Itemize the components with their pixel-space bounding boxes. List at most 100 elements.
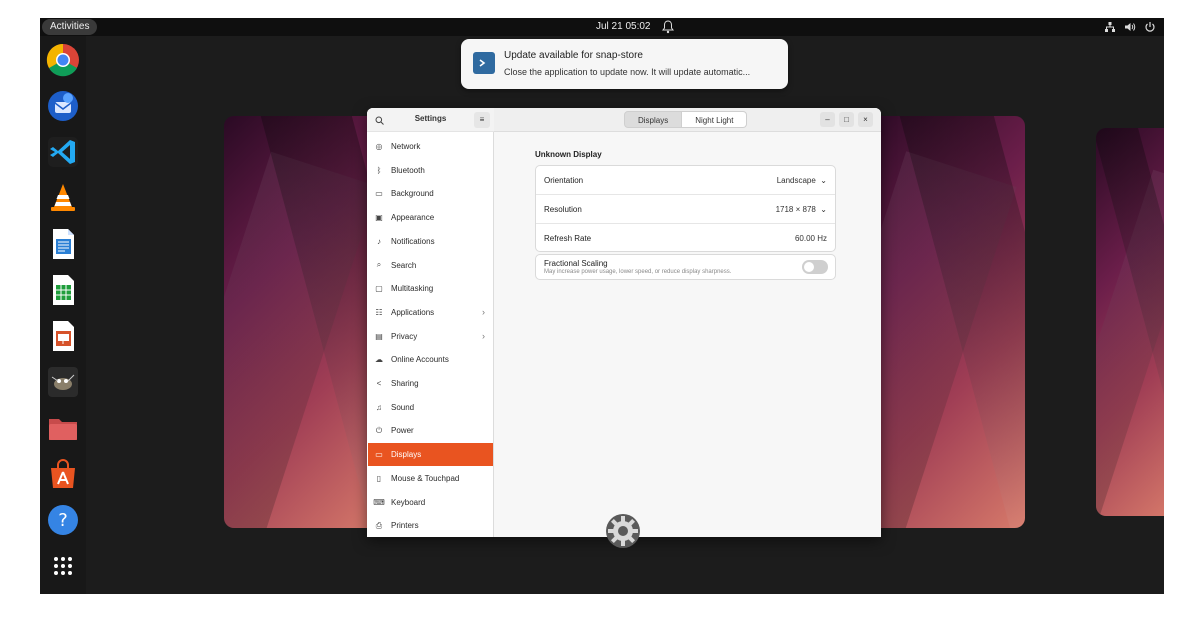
volume-icon[interactable] <box>1124 21 1136 33</box>
chevron-right-icon: › <box>482 307 485 318</box>
keyboard-icon: ⌨ <box>373 497 385 507</box>
sidebar-item-label: Bluetooth <box>391 165 425 175</box>
display-icon: ▭ <box>375 450 383 460</box>
sidebar-item-network[interactable]: ◎ Network <box>368 135 493 158</box>
tab-displays[interactable]: Displays <box>624 111 683 128</box>
fractional-scaling-toggle[interactable] <box>802 260 828 274</box>
svg-text:?: ? <box>58 510 68 531</box>
resolution-value: 1718 × 878 ⌄ <box>775 205 827 214</box>
sidebar-item-label: Applications <box>391 307 435 317</box>
settings-app-icon[interactable] <box>602 510 644 552</box>
printer-icon: ⎙ <box>375 520 383 530</box>
sidebar-item-label: Privacy <box>391 331 418 341</box>
fractional-scaling-title: Fractional Scaling <box>544 259 608 268</box>
desktop-screen: Activities Jul 21 05:02 ? Update availab… <box>40 18 1164 594</box>
maximize-button[interactable]: □ <box>839 112 854 127</box>
sidebar-item-label: Notifications <box>391 236 435 246</box>
sidebar-item-label: Sharing <box>391 379 419 388</box>
sidebar-item-label: Network <box>391 142 421 151</box>
sidebar-item-power[interactable]: ⏻ Power <box>368 419 493 442</box>
thunderbird-icon <box>48 91 78 121</box>
dock-vlc[interactable] <box>43 178 83 218</box>
settings-sidebar: Settings ≡ ◎ Network ᛒ Bluetooth ▭ Background… <box>367 108 494 537</box>
notification-body: Close the application to update now. It … <box>504 67 751 77</box>
help-icon: ? <box>48 505 78 535</box>
notification-bell-icon[interactable] <box>662 20 674 34</box>
sidebar-item-privacy[interactable]: ▤ Privacy › <box>368 325 493 348</box>
view-switcher: Displays Night Light <box>624 111 748 128</box>
top-bar: Activities Jul 21 05:02 <box>40 18 1164 36</box>
power-icon: ⏻ <box>375 425 383 435</box>
content-header: Displays Night Light – □ × <box>494 108 881 132</box>
gimp-icon <box>48 367 78 397</box>
fractional-scaling-row: Fractional Scaling May increase power us… <box>535 254 836 280</box>
minimize-button[interactable]: – <box>820 112 835 127</box>
files-icon <box>49 419 77 440</box>
sidebar-item-appearance[interactable]: ▣ Appearance <box>368 206 493 229</box>
sidebar-item-label: Displays <box>391 450 422 460</box>
sidebar-item-keyboard[interactable]: ⌨ Keyboard <box>368 491 493 514</box>
dock-calc[interactable] <box>43 270 83 310</box>
sidebar-item-search[interactable]: ⌕ Search <box>368 254 493 277</box>
dock-chrome[interactable] <box>43 40 83 80</box>
sidebar-item-label: Search <box>391 260 417 270</box>
background-icon: ▭ <box>375 189 383 199</box>
dock-files[interactable] <box>43 408 83 448</box>
refresh-rate-row[interactable]: Refresh Rate 60.00 Hz <box>536 224 835 253</box>
music-icon: ♫ <box>376 402 382 412</box>
system-tray[interactable] <box>1104 19 1156 35</box>
sidebar-item-sound[interactable]: ♫ Sound <box>368 396 493 419</box>
close-button[interactable]: × <box>858 112 873 127</box>
settings-window: Settings ≡ ◎ Network ᛒ Bluetooth ▭ Background… <box>367 108 881 537</box>
sidebar-item-label: Multitasking <box>391 284 434 294</box>
dock-writer[interactable] <box>43 224 83 264</box>
hamburger-menu-button[interactable]: ≡ <box>474 112 490 128</box>
sidebar-item-background[interactable]: ▭ Background <box>368 182 493 205</box>
lock-icon: ▤ <box>375 331 383 341</box>
dock-gimp[interactable] <box>43 362 83 402</box>
impress-icon <box>53 321 74 351</box>
chrome-icon <box>46 43 79 77</box>
sidebar-item-bluetooth[interactable]: ᛒ Bluetooth <box>368 159 493 182</box>
resolution-row[interactable]: Resolution 1718 × 878 ⌄ <box>536 195 835 224</box>
sidebar-item-label: Power <box>391 426 414 436</box>
notification-title: Update available for snap-store <box>504 50 643 61</box>
orientation-label: Orientation <box>544 176 584 185</box>
dock-thunderbird[interactable] <box>43 86 83 126</box>
orientation-row[interactable]: Orientation Landscape ⌄ <box>536 166 835 195</box>
dock-impress[interactable] <box>43 316 83 356</box>
appearance-icon: ▣ <box>375 213 383 223</box>
bluetooth-icon: ᛒ <box>376 165 382 175</box>
dock: ? <box>40 36 86 594</box>
sidebar-item-displays[interactable]: ▭ Displays <box>368 443 493 467</box>
sidebar-item-sharing[interactable]: < Sharing <box>368 372 493 395</box>
activities-button[interactable]: Activities <box>42 19 98 35</box>
cloud-icon: ☁ <box>375 355 383 365</box>
chevron-down-icon: ⌄ <box>820 176 827 185</box>
dock-vscode[interactable] <box>43 132 83 172</box>
sidebar-item-multitasking[interactable]: ▢ Multitasking <box>368 277 493 300</box>
dock-help[interactable]: ? <box>43 500 83 540</box>
sidebar-item-mouse-touchpad[interactable]: ▯ Mouse & Touchpad <box>368 467 493 490</box>
dock-software[interactable] <box>43 454 83 494</box>
sidebar-item-online-accounts[interactable]: ☁ Online Accounts <box>368 348 493 371</box>
workspace-thumbnail-left[interactable] <box>224 116 384 528</box>
calc-icon <box>53 275 74 305</box>
sidebar-item-notifications[interactable]: ♪ Notifications <box>368 230 493 253</box>
terminal-app-icon <box>473 52 495 74</box>
sidebar-header: Settings ≡ <box>367 108 494 132</box>
sidebar-item-applications[interactable]: ☷ Applications › <box>368 301 493 324</box>
tab-night-light[interactable]: Night Light <box>682 111 748 128</box>
sidebar-item-label: Online Accounts <box>391 355 449 365</box>
update-notification[interactable]: Update available for snap-store Close th… <box>461 39 788 89</box>
sidebar-item-printers[interactable]: ⎙ Printers <box>368 514 493 537</box>
vscode-icon <box>48 137 78 167</box>
dock-app-grid[interactable] <box>43 546 83 586</box>
vlc-icon <box>51 184 75 211</box>
network-wired-icon[interactable] <box>1104 21 1116 33</box>
power-menu-icon[interactable] <box>1144 21 1156 33</box>
sidebar-item-label: Appearance <box>391 213 435 223</box>
workspace-thumbnail-current[interactable] <box>860 116 1025 528</box>
workspace-thumbnail-right[interactable] <box>1096 128 1164 516</box>
clock[interactable]: Jul 21 05:02 <box>596 19 651 35</box>
